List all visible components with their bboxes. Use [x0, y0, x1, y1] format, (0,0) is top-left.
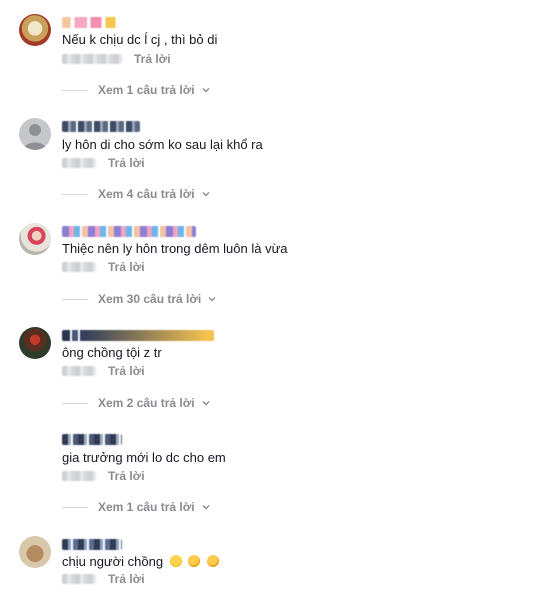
- comment-text: ông chồng tội z tr: [62, 345, 162, 360]
- view-replies-label: Xem 2 câu trả lời: [98, 396, 195, 410]
- divider-line: [62, 402, 88, 404]
- view-replies-label: Xem 1 câu trả lời: [98, 83, 195, 97]
- avatar[interactable]: [19, 536, 51, 568]
- comment-text: Nếu k chịu dc ĺ cj , thì bỏ di: [62, 32, 218, 47]
- timestamp-blurred: [62, 262, 96, 272]
- comment-meta: Trả lời: [62, 469, 145, 483]
- username-blurred[interactable]: [62, 330, 214, 341]
- reply-button[interactable]: Trả lời: [134, 52, 171, 66]
- comment-text: ly hôn di cho sớm ko sau lại khổ ra: [62, 137, 263, 152]
- reply-button[interactable]: Trả lời: [108, 260, 145, 274]
- rofl-emoji-icon: [206, 555, 219, 567]
- avatar[interactable]: [19, 14, 51, 46]
- timestamp-blurred: [62, 54, 122, 64]
- reply-button[interactable]: Trả lời: [108, 156, 145, 170]
- comment-meta: Trả lời: [62, 156, 145, 170]
- divider-line: [62, 89, 88, 91]
- chevron-down-icon: [202, 192, 210, 197]
- reply-button[interactable]: Trả lời: [108, 364, 145, 378]
- comment-text: chịu người chồng: [62, 554, 219, 570]
- view-replies-label: Xem 1 câu trả lời: [98, 500, 195, 514]
- username-blurred[interactable]: [62, 17, 124, 28]
- chevron-down-icon: [202, 88, 210, 93]
- chevron-down-icon: [202, 505, 210, 510]
- avatar[interactable]: [19, 118, 51, 150]
- rofl-emoji-icon: [188, 555, 201, 567]
- comment-meta: Trả lời: [62, 52, 171, 66]
- reply-button[interactable]: Trả lời: [108, 469, 145, 483]
- username-blurred[interactable]: [62, 226, 196, 237]
- timestamp-blurred: [62, 574, 96, 584]
- username-blurred[interactable]: [62, 121, 140, 132]
- comment-meta: Trả lời: [62, 572, 145, 586]
- comment-meta: Trả lời: [62, 364, 145, 378]
- avatar[interactable]: [19, 223, 51, 255]
- comment-text-content: chịu người chồng: [62, 554, 164, 569]
- view-replies-label: Xem 4 câu trả lời: [98, 187, 195, 201]
- view-replies-button[interactable]: Xem 4 câu trả lời: [62, 187, 211, 201]
- divider-line: [62, 193, 88, 195]
- timestamp-blurred: [62, 471, 96, 481]
- divider-line: [62, 298, 88, 300]
- expressionless-emoji-icon: [169, 555, 182, 567]
- username-blurred[interactable]: [62, 539, 122, 550]
- view-replies-button[interactable]: Xem 1 câu trả lời: [62, 83, 211, 97]
- chevron-down-icon: [202, 401, 210, 406]
- view-replies-button[interactable]: Xem 2 câu trả lời: [62, 396, 211, 410]
- view-replies-label: Xem 30 câu trả lời: [98, 292, 202, 306]
- chevron-down-icon: [208, 297, 216, 302]
- user-silhouette-icon: [23, 124, 47, 150]
- comment-text: Thiệc nên ly hôn trong dêm luôn là vừa: [62, 241, 288, 256]
- username-blurred[interactable]: [62, 434, 122, 445]
- view-replies-button[interactable]: Xem 30 câu trả lời: [62, 292, 217, 306]
- reply-button[interactable]: Trả lời: [108, 572, 145, 586]
- comment-text: gia trưởng mới lo dc cho em: [62, 450, 226, 465]
- timestamp-blurred: [62, 366, 96, 376]
- comment-meta: Trả lời: [62, 260, 145, 274]
- view-replies-button[interactable]: Xem 1 câu trả lời: [62, 500, 211, 514]
- divider-line: [62, 506, 88, 508]
- timestamp-blurred: [62, 158, 96, 168]
- avatar[interactable]: [19, 327, 51, 359]
